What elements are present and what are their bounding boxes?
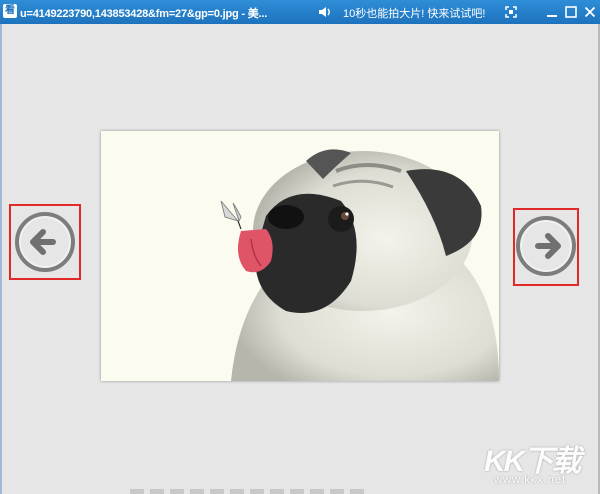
app-icon: 看 [3, 4, 17, 18]
prev-image-button[interactable] [9, 204, 81, 280]
close-icon[interactable] [582, 4, 598, 20]
fit-screen-icon[interactable] [503, 4, 519, 20]
arrow-left-icon [15, 212, 75, 272]
site-watermark: KK下载 www.kkx.net [484, 436, 596, 490]
speaker-icon[interactable] [318, 5, 332, 19]
watermark-url: www.kkx.net [494, 474, 567, 486]
next-image-button[interactable] [513, 208, 579, 286]
thumbnail-strip [130, 489, 370, 494]
window-title: u=4149223790,143853428&fm=27&gp=0.jpg - … [20, 8, 268, 20]
pug-photo [101, 131, 499, 381]
viewer-image [101, 131, 499, 381]
title-bar: 看 u=4149223790,143853428&fm=27&gp=0.jpg … [0, 0, 600, 24]
window-border-left [0, 24, 2, 494]
maximize-icon[interactable] [563, 4, 579, 20]
arrow-right-icon [516, 216, 576, 276]
minimize-icon[interactable] [544, 4, 560, 20]
promo-link[interactable]: 10秒也能拍大片! 快来试试吧! [343, 5, 485, 21]
